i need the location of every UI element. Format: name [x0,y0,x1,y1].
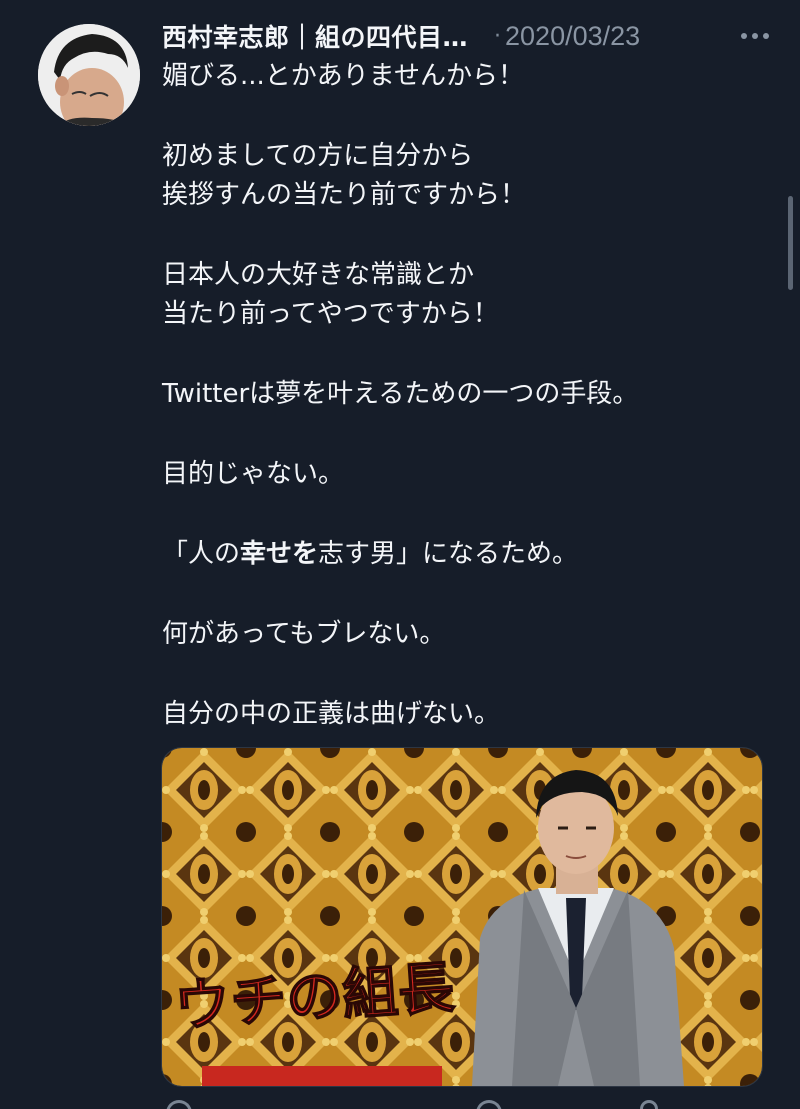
separator-dot: · [494,23,502,49]
tweet-text: 媚びる...とかありませんから！ 初めましての方に自分から 挨拶すんの当たり前で… [162,57,762,734]
tweet-text-bold: 幸せ [240,539,293,569]
media-photo: ウチの組長 [162,748,762,1086]
tweet-line: 挨拶すんの当たり前ですから！ [162,180,527,210]
tweet-line: 自分の中の正義は曲げない。 [162,699,501,729]
tweet-line: 何があってもブレない。 [162,619,446,649]
tweet-media-image[interactable]: ウチの組長 [161,747,763,1087]
reply-icon[interactable] [166,1100,192,1109]
timestamp[interactable]: 2020/03/23 [505,21,640,52]
tweet-text-segment: 志す男」になるため。 [318,539,579,569]
tweet-line: 当たり前ってやつですから！ [162,299,499,329]
tweet-header: 西村幸志郎｜組の四代目… · 2020/03/23 [162,16,772,56]
avatar[interactable] [38,24,140,126]
like-icon[interactable] [476,1100,502,1109]
tweet-text-segment: 「人の [162,539,241,569]
tweet-text-bold: を [292,539,319,569]
tweet-line: 目的じゃない。 [162,459,345,489]
avatar-image [38,24,140,126]
tweet-line: 初めましての方に自分から [162,141,474,171]
tweet: 西村幸志郎｜組の四代目… · 2020/03/23 媚びる...とかありませんか… [0,0,800,1109]
tweet-line: 媚びる...とかありませんから！ [162,61,525,91]
more-icon[interactable] [738,19,772,53]
share-icon[interactable] [640,1100,658,1109]
display-name[interactable]: 西村幸志郎｜組の四代目… [162,18,468,54]
tweet-line: Twitterは夢を叶えるための一つの手段。 [162,379,639,409]
scrollbar[interactable] [788,196,793,290]
tweet-line: 日本人の大好きな常識とか [162,260,475,290]
tweet-line: 「人の幸せを志す男」になるため。 [162,535,762,574]
